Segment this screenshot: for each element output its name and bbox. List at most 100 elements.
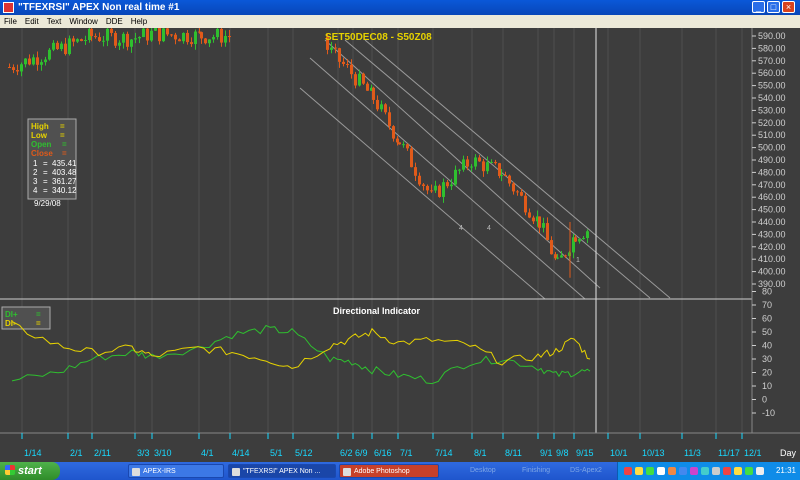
- date-tick-label: 3/10: [154, 448, 172, 458]
- di-plus-legend: DI+: [5, 310, 18, 319]
- tray-icon-12[interactable]: [745, 467, 753, 475]
- candle-body: [56, 42, 59, 50]
- candle-body: [12, 67, 15, 71]
- candle-body: [438, 185, 441, 197]
- tray-icon-8[interactable]: [701, 467, 709, 475]
- candle-body: [76, 39, 79, 42]
- readout-line3-eq: =: [43, 177, 48, 186]
- tray-icon-1[interactable]: [624, 467, 632, 475]
- minimize-button[interactable]: _: [752, 1, 765, 13]
- system-tray: 21:31: [617, 462, 800, 480]
- candle-body: [28, 58, 31, 65]
- candle-body: [458, 169, 461, 171]
- menu-bar: FileEditTextWindowDDEHelp _▫×: [0, 15, 800, 43]
- candle-body: [194, 31, 197, 45]
- candle-body: [162, 28, 165, 42]
- tray-icon-10[interactable]: [723, 467, 731, 475]
- task-photoshop[interactable]: Adobe Photoshop: [339, 464, 439, 478]
- candle-body: [402, 144, 405, 146]
- readout-low-label: Low: [31, 131, 48, 140]
- tray-icon-9[interactable]: [712, 467, 720, 475]
- candle-body: [80, 39, 83, 41]
- date-tick-label: 12/1: [744, 448, 762, 458]
- candle-body: [200, 32, 203, 39]
- date-tick-label: 8/1: [474, 448, 487, 458]
- menu-help[interactable]: Help: [131, 17, 147, 26]
- candle-body: [16, 70, 19, 72]
- candle-body: [542, 223, 545, 228]
- start-label: start: [18, 465, 42, 477]
- readout-line2-v: 403.48: [52, 168, 77, 177]
- candle-body: [170, 34, 173, 36]
- symbol-label: SET50DEC08 - S50Z08: [325, 32, 432, 43]
- date-tick-label: 6/2: [340, 448, 353, 458]
- candle-body: [384, 104, 387, 113]
- maximize-button[interactable]: □: [767, 1, 780, 13]
- menu-window[interactable]: Window: [69, 17, 97, 26]
- tray-icon-11[interactable]: [734, 467, 742, 475]
- readout-line3-v: 361.27: [52, 177, 77, 186]
- date-tick-label: 10/13: [642, 448, 665, 458]
- candle-body: [48, 49, 51, 60]
- candle-body: [130, 39, 133, 47]
- candle-body: [422, 184, 425, 186]
- task-tfexrsi[interactable]: "TFEXRSI" APEX Non ...: [228, 464, 336, 478]
- menu-dde[interactable]: DDE: [106, 17, 123, 26]
- candle-body: [508, 175, 511, 184]
- price-tick-label: 420.00: [758, 242, 786, 252]
- candle-body: [380, 104, 383, 110]
- tray-icon-3[interactable]: [646, 467, 654, 475]
- candle-body: [392, 126, 395, 139]
- candle-body: [414, 167, 417, 176]
- price-tick-label: 480.00: [758, 167, 786, 177]
- candle-body: [550, 240, 553, 255]
- readout-high-eq: =: [60, 122, 65, 131]
- tray-icon-5[interactable]: [668, 467, 676, 475]
- candle-body: [358, 73, 361, 86]
- price-tick-label: 430.00: [758, 229, 786, 239]
- tray-icon-7[interactable]: [690, 467, 698, 475]
- di-tick-label: 80: [762, 287, 772, 297]
- speaker-icon[interactable]: [756, 467, 764, 475]
- candle-body: [546, 223, 549, 241]
- candle-body: [220, 28, 223, 43]
- candle-body: [114, 32, 117, 46]
- candle-body: [446, 182, 449, 187]
- candle-body: [346, 63, 349, 65]
- menu-text[interactable]: Text: [47, 17, 62, 26]
- candle-body: [410, 148, 413, 168]
- di-tick-label: 20: [762, 368, 772, 378]
- tray-icon-6[interactable]: [679, 467, 687, 475]
- date-tick-label: 9/8: [556, 448, 569, 458]
- price-tick-label: 410.00: [758, 254, 786, 264]
- price-tick-label: 450.00: [758, 205, 786, 215]
- candle-body: [208, 39, 211, 44]
- candle-body: [434, 185, 437, 191]
- readout-date: 9/29/08: [34, 199, 61, 208]
- readout-line1-eq: =: [43, 159, 48, 168]
- candle-body: [490, 161, 493, 163]
- date-tick-label: 10/1: [610, 448, 628, 458]
- readout-low-eq: =: [60, 131, 65, 140]
- candle-body: [330, 47, 333, 50]
- readout-close-label: Close: [31, 149, 53, 158]
- candle-body: [216, 28, 219, 38]
- channel-number-2: 4: [487, 225, 491, 232]
- readout-high-label: High: [31, 122, 49, 131]
- date-tick-label: 8/11: [505, 448, 522, 458]
- date-tick-label: 6/9: [355, 448, 368, 458]
- close-button[interactable]: ×: [782, 1, 795, 13]
- price-tick-label: 530.00: [758, 105, 786, 115]
- task-apex-irs[interactable]: APEX-IRS: [128, 464, 224, 478]
- photoshop-icon: [343, 468, 351, 476]
- date-tick-label: 7/14: [435, 448, 453, 458]
- di-tick-label: 50: [762, 327, 772, 337]
- menu-file[interactable]: File: [4, 17, 17, 26]
- menu-edit[interactable]: Edit: [25, 17, 39, 26]
- start-button[interactable]: start: [0, 462, 60, 480]
- candle-body: [586, 231, 589, 239]
- tray-icon-2[interactable]: [635, 467, 643, 475]
- candle-body: [504, 175, 507, 177]
- tray-icon-4[interactable]: [657, 467, 665, 475]
- candle-body: [388, 112, 391, 127]
